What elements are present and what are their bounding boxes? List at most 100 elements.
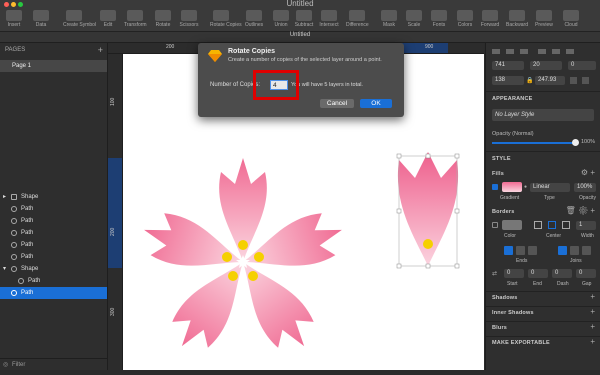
intersect-button[interactable]: Intersect	[318, 10, 340, 28]
gradient-swatch[interactable]	[502, 182, 522, 192]
opacity-slider-knob[interactable]	[572, 139, 579, 146]
divider	[486, 291, 600, 292]
layer-row[interactable]: Path	[0, 239, 107, 251]
path-icon	[11, 206, 17, 212]
border-checkbox[interactable]	[492, 222, 498, 228]
outlines-button[interactable]: Outlines	[243, 10, 265, 28]
align-right-icon[interactable]	[520, 49, 528, 54]
page-item[interactable]: Page 1	[0, 60, 107, 72]
preview-button[interactable]: Preview	[533, 10, 555, 28]
flip-horizontal-icon[interactable]	[570, 77, 577, 84]
rotate-button[interactable]: Rotate	[152, 10, 174, 28]
layer-row[interactable]: ▸ Shape	[0, 191, 107, 203]
add-border-icon[interactable]: 🗑 ⚙ +	[566, 206, 595, 215]
disclosure-triangle-icon[interactable]: ▾	[3, 263, 6, 275]
gap-field[interactable]: 0	[576, 269, 596, 278]
border-color-swatch[interactable]	[502, 220, 522, 230]
dash-field[interactable]: 0	[552, 269, 572, 278]
path-icon	[11, 242, 17, 248]
rotation-field[interactable]: 0	[568, 61, 596, 70]
add-fill-icon[interactable]: ⚙ +	[581, 168, 595, 177]
y-position-field[interactable]: 20	[530, 61, 562, 70]
eyedropper-icon[interactable]: ●	[524, 184, 527, 190]
lock-icon[interactable]: 🔒	[526, 77, 533, 84]
fill-checkbox[interactable]	[492, 184, 498, 190]
selection-handle[interactable]	[454, 208, 460, 214]
difference-button[interactable]: Difference	[346, 10, 369, 28]
document-tab[interactable]: Untitled	[0, 32, 600, 38]
border-outside-icon[interactable]	[562, 221, 570, 229]
mask-button[interactable]: Mask	[378, 10, 400, 28]
fonts-button[interactable]: Fonts	[428, 10, 450, 28]
start-arrow-field[interactable]: 0	[504, 269, 524, 278]
cancel-button[interactable]: Cancel	[320, 99, 354, 108]
opacity-slider[interactable]	[492, 142, 576, 144]
colors-button[interactable]: Colors	[454, 10, 476, 28]
layer-row[interactable]: Path	[0, 203, 107, 215]
add-shadow-icon[interactable]: +	[590, 292, 595, 301]
layers-panel: PAGES + Page 1 ▸ Shape Path Path Path Pat…	[0, 43, 108, 370]
selection-handle[interactable]	[425, 153, 431, 159]
layer-row-selected[interactable]: Path	[0, 287, 107, 299]
layer-row[interactable]: Path	[0, 215, 107, 227]
round-cap-icon[interactable]	[516, 246, 525, 255]
flip-vertical-icon[interactable]	[582, 77, 589, 84]
add-blur-icon[interactable]: +	[590, 322, 595, 331]
scale-button[interactable]: Scale	[403, 10, 425, 28]
end-arrow-field[interactable]: 0	[528, 269, 548, 278]
subtract-button[interactable]: Subtract	[293, 10, 315, 28]
add-inner-shadow-icon[interactable]: +	[590, 307, 595, 316]
border-center-icon[interactable]	[548, 221, 556, 229]
backward-button[interactable]: Backward	[506, 10, 528, 28]
ok-button[interactable]: OK	[360, 99, 392, 108]
height-field[interactable]: 247.93	[535, 76, 565, 85]
selection-handle[interactable]	[396, 208, 402, 214]
width-field[interactable]: 138	[492, 76, 524, 85]
fonts-icon	[431, 10, 447, 21]
forward-button[interactable]: Forward	[479, 10, 501, 28]
flower-shape[interactable]	[137, 158, 350, 360]
round-join-icon[interactable]	[570, 246, 579, 255]
align-center-icon[interactable]	[506, 49, 514, 54]
layer-row[interactable]: Path	[0, 227, 107, 239]
transform-button[interactable]: Transform	[124, 10, 147, 28]
layer-row[interactable]: Path	[0, 251, 107, 263]
union-button[interactable]: Union	[270, 10, 292, 28]
add-export-icon[interactable]: +	[590, 337, 595, 346]
selection-handle[interactable]	[454, 263, 460, 269]
selection-handle[interactable]	[396, 153, 402, 159]
align-left-icon[interactable]	[492, 49, 500, 54]
forward-icon	[482, 10, 498, 21]
layer-filter-field[interactable]: ◎ Filter	[0, 358, 107, 370]
x-position-field[interactable]: 741	[492, 61, 524, 70]
rotate-copies-button[interactable]: Rotate Copies	[210, 10, 242, 28]
insert-button[interactable]: Insert	[3, 10, 25, 28]
fill-opacity-field[interactable]: 100%	[574, 183, 596, 192]
layer-style-select[interactable]: No Layer Style	[492, 109, 594, 121]
fill-type-select[interactable]: Linear	[530, 183, 570, 192]
selection-handle[interactable]	[396, 263, 402, 269]
selection-handle[interactable]	[425, 263, 431, 269]
border-width-field[interactable]: 1	[576, 221, 596, 230]
border-inside-icon[interactable]	[534, 221, 542, 229]
layer-row[interactable]: Path	[0, 275, 107, 287]
arrow-icon[interactable]: ⇄	[492, 270, 497, 277]
selection-handle[interactable]	[454, 153, 460, 159]
align-top-icon[interactable]	[538, 49, 546, 54]
butt-cap-icon[interactable]	[504, 246, 513, 255]
edit-button[interactable]: Edit	[97, 10, 119, 28]
scissors-button[interactable]: Scissors	[178, 10, 200, 28]
disclosure-triangle-icon[interactable]: ▸	[3, 191, 6, 203]
cloud-button[interactable]: Cloud	[560, 10, 582, 28]
bevel-join-icon[interactable]	[582, 246, 591, 255]
data-button[interactable]: Data	[30, 10, 52, 28]
layer-row[interactable]: ▾ Shape	[0, 263, 107, 275]
miter-join-icon[interactable]	[558, 246, 567, 255]
selected-petal[interactable]	[396, 152, 460, 269]
square-cap-icon[interactable]	[528, 246, 537, 255]
opacity-value[interactable]: 100%	[581, 139, 595, 145]
align-bottom-icon[interactable]	[566, 49, 574, 54]
add-page-button[interactable]: +	[98, 45, 103, 55]
align-middle-icon[interactable]	[552, 49, 560, 54]
create-symbol-button[interactable]: Create Symbol	[63, 10, 96, 28]
